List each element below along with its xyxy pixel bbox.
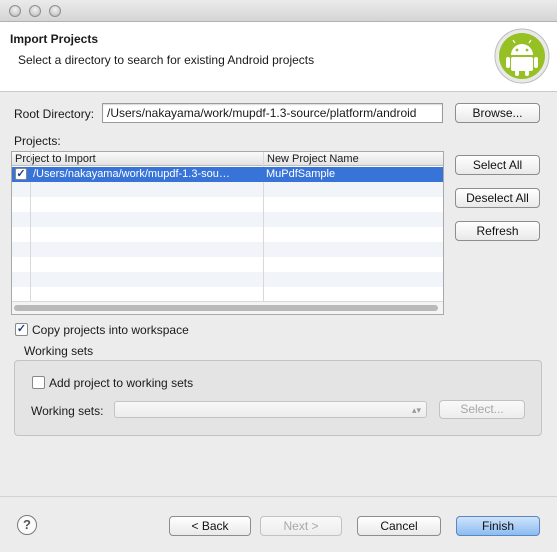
column-header-project[interactable]: Project to Import bbox=[12, 152, 263, 166]
working-sets-group bbox=[14, 360, 542, 436]
empty-row bbox=[12, 242, 443, 257]
projects-table[interactable]: Project to Import New Project Name ✓ /Us… bbox=[11, 151, 444, 315]
root-directory-label: Root Directory: bbox=[14, 107, 95, 121]
back-button[interactable]: < Back bbox=[169, 516, 251, 536]
title-bar bbox=[0, 0, 557, 22]
empty-row bbox=[12, 182, 443, 197]
add-to-working-sets-label: Add project to working sets bbox=[49, 376, 194, 390]
android-logo-icon bbox=[494, 28, 550, 84]
table-header: Project to Import New Project Name bbox=[12, 152, 443, 166]
add-to-working-sets-checkbox[interactable] bbox=[32, 376, 45, 389]
row-project-name[interactable]: MuPdfSample bbox=[266, 167, 442, 182]
dialog-header: Import Projects Select a directory to se… bbox=[0, 22, 557, 92]
horizontal-scrollbar[interactable] bbox=[12, 301, 443, 314]
root-directory-field[interactable]: /Users/nakayama/work/mupdf-1.3-source/pl… bbox=[102, 103, 443, 123]
zoom-window-button[interactable] bbox=[49, 5, 61, 17]
cancel-button[interactable]: Cancel bbox=[357, 516, 441, 536]
working-sets-select-button[interactable]: Select... bbox=[439, 400, 525, 419]
empty-row bbox=[12, 272, 443, 287]
scrollbar-thumb[interactable] bbox=[14, 305, 438, 311]
working-sets-select[interactable]: ▴▾ bbox=[114, 401, 427, 418]
projects-label: Projects: bbox=[14, 134, 61, 148]
help-button[interactable]: ? bbox=[17, 515, 37, 535]
column-header-new-name[interactable]: New Project Name bbox=[263, 152, 443, 166]
next-button[interactable]: Next > bbox=[260, 516, 342, 536]
footer-divider bbox=[0, 496, 557, 497]
browse-button[interactable]: Browse... bbox=[455, 103, 540, 123]
select-arrows-icon: ▴▾ bbox=[411, 405, 421, 415]
copy-workspace-checkbox[interactable]: ✓ bbox=[15, 323, 28, 336]
empty-row bbox=[12, 212, 443, 227]
working-sets-select-label: Working sets: bbox=[31, 404, 104, 418]
refresh-button[interactable]: Refresh bbox=[455, 221, 540, 241]
working-sets-group-label: Working sets bbox=[24, 344, 94, 358]
row-checkbox[interactable]: ✓ bbox=[15, 168, 27, 180]
finish-button[interactable]: Finish bbox=[456, 516, 540, 536]
copy-workspace-label: Copy projects into workspace bbox=[32, 323, 189, 337]
dialog-description: Select a directory to search for existin… bbox=[18, 53, 315, 67]
dialog-title: Import Projects bbox=[10, 32, 99, 46]
deselect-all-button[interactable]: Deselect All bbox=[455, 188, 540, 208]
table-row[interactable]: ✓ /Users/nakayama/work/mupdf-1.3-sou… Mu… bbox=[12, 167, 443, 182]
minimize-window-button[interactable] bbox=[29, 5, 41, 17]
select-all-button[interactable]: Select All bbox=[455, 155, 540, 175]
close-window-button[interactable] bbox=[9, 5, 21, 17]
row-project-path: /Users/nakayama/work/mupdf-1.3-sou… bbox=[33, 168, 230, 180]
